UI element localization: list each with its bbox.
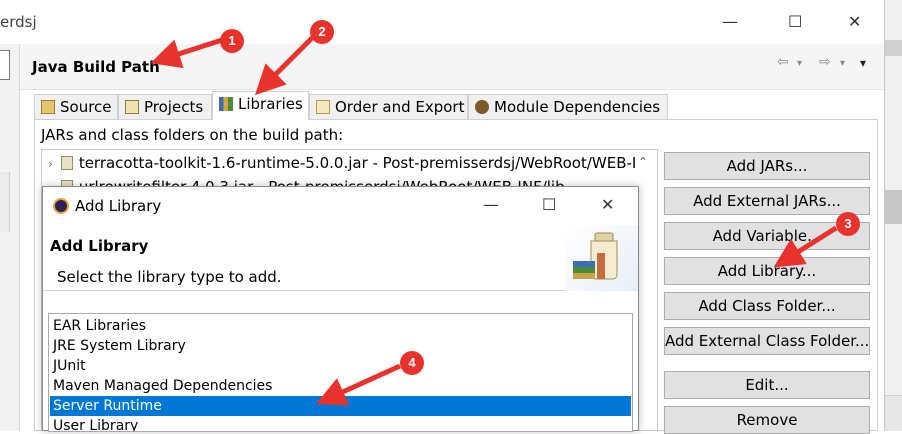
close-button[interactable]: ✕ [848, 12, 861, 31]
tab-label: Projects [144, 98, 204, 116]
add-external-jars-button[interactable]: Add External JARs... [664, 187, 870, 215]
tab-projects[interactable]: Projects [118, 94, 212, 120]
dialog-header: Add Library Select the library type to a… [43, 225, 638, 291]
dialog-subtitle: Select the library type to add. [57, 268, 282, 286]
list-item-selected[interactable]: Server Runtime [50, 396, 631, 416]
list-item[interactable]: User Library [50, 416, 631, 431]
annotation-badge-4: 4 [400, 351, 424, 375]
add-library-dialog: Add Library — ☐ ✕ Add Library Select the… [42, 186, 639, 432]
remove-button[interactable]: Remove [664, 406, 870, 434]
tab-label: Libraries [238, 95, 303, 113]
dialog-title: Add Library [75, 197, 162, 215]
view-menu-icon[interactable]: ▾ [860, 56, 866, 70]
forward-arrow-icon[interactable]: ⇨ [819, 54, 831, 70]
source-folder-icon [41, 100, 55, 114]
tab-order-and-export[interactable]: Order and Export [309, 94, 468, 120]
eclipse-icon [53, 198, 69, 214]
tab-libraries[interactable]: Libraries [212, 91, 309, 120]
page-title: Java Build Path [32, 58, 160, 76]
dialog-close-button[interactable]: ✕ [601, 195, 614, 214]
background-window-edge [0, 0, 20, 431]
background-field [0, 50, 10, 80]
tree-item[interactable]: › terracotta-toolkit-1.6-runtime-5.0.0.ja… [48, 154, 636, 172]
window-title: erdsj [0, 13, 37, 31]
list-item[interactable]: EAR Libraries [50, 316, 631, 336]
add-external-class-folder-button[interactable]: Add External Class Folder... [664, 327, 870, 355]
dialog-heading: Add Library [50, 237, 149, 255]
edit-button[interactable]: Edit... [664, 371, 870, 399]
jar-icon [60, 156, 73, 170]
list-item[interactable]: Maven Managed Dependencies [50, 376, 631, 396]
window-titlebar: erdsj — ☐ ✕ [0, 0, 884, 44]
module-dependencies-icon [475, 100, 489, 114]
page-header: Java Build Path ⇦ ▾ ⇨ ▾ ▾ [20, 44, 884, 90]
scroll-up-icon[interactable]: ⌃ [638, 155, 648, 169]
back-dropdown-icon[interactable]: ▾ [797, 58, 802, 69]
tab-label: Source [60, 98, 112, 116]
tab-label: Module Dependencies [494, 98, 661, 116]
list-item[interactable]: JUnit [50, 356, 631, 376]
back-arrow-icon[interactable]: ⇦ [777, 54, 789, 70]
annotation-badge-2: 2 [310, 20, 334, 44]
background-panel [0, 172, 10, 232]
tab-label: Order and Export [335, 98, 465, 116]
dialog-minimize-button[interactable]: — [483, 195, 499, 214]
tab-module-dependencies[interactable]: Module Dependencies [468, 94, 668, 120]
maximize-button[interactable]: ☐ [788, 12, 802, 31]
annotation-badge-3: 3 [836, 212, 860, 236]
add-jars-button[interactable]: Add JARs... [664, 152, 870, 180]
scroll-marker [885, 40, 902, 56]
add-class-folder-button[interactable]: Add Class Folder... [664, 292, 870, 320]
order-export-icon [316, 100, 330, 114]
tree-item-label: terracotta-toolkit-1.6-runtime-5.0.0.jar… [78, 154, 637, 172]
list-item[interactable]: JRE System Library [50, 336, 631, 356]
annotation-badge-1: 1 [220, 29, 244, 53]
minimize-button[interactable]: — [722, 12, 738, 31]
projects-icon [125, 100, 139, 114]
build-path-label: JARs and class folders on the build path… [41, 126, 344, 144]
tab-source[interactable]: Source [34, 94, 118, 120]
library-banner-icon [565, 225, 638, 291]
background-scrollbar [884, 0, 902, 431]
forward-dropdown-icon[interactable]: ▾ [840, 58, 845, 69]
library-type-list[interactable]: EAR Libraries JRE System Library JUnit M… [48, 313, 633, 432]
scroll-thumb [885, 190, 902, 224]
chevron-right-icon[interactable]: › [48, 157, 53, 171]
scroll-track [885, 395, 902, 431]
dialog-maximize-button[interactable]: ☐ [542, 195, 556, 214]
add-library-button[interactable]: Add Library... [664, 257, 870, 285]
libraries-icon [219, 97, 233, 111]
